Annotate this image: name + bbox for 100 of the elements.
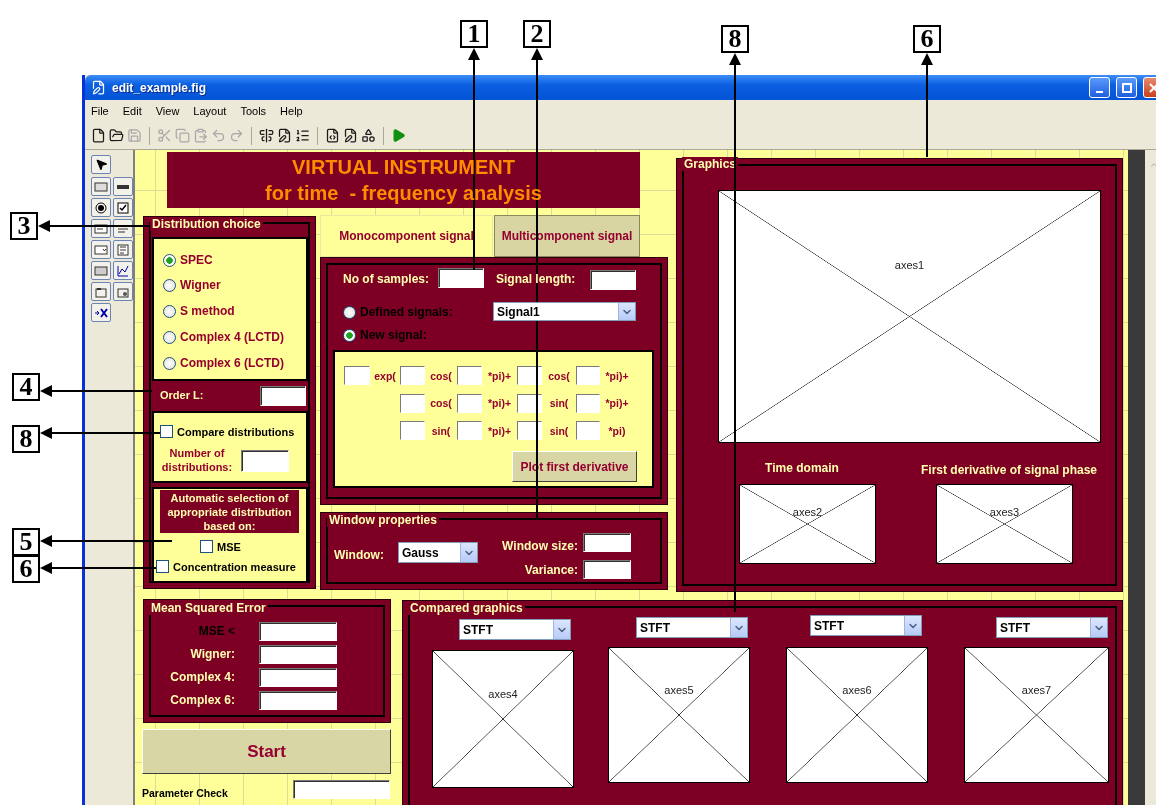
auto-selection-heading: Automatic selection of appropriate distribution based on:	[160, 490, 299, 533]
panel-title: Distribution choice	[150, 217, 263, 231]
number-label: Number of distributions:	[160, 446, 234, 475]
window-label: Window:	[334, 548, 384, 562]
document-edit-icon[interactable]	[277, 128, 292, 143]
equation-text: *pi)+	[605, 397, 629, 409]
popup-menu-tool-icon[interactable]	[91, 240, 111, 259]
input-field[interactable]	[517, 366, 542, 385]
graph-caption: First derivative of signal phase	[919, 463, 1099, 477]
checkbox-tool-icon[interactable]	[113, 198, 133, 217]
input-field[interactable]	[259, 691, 337, 710]
menu-item[interactable]: Edit	[122, 105, 142, 117]
maximize-button[interactable]	[1116, 77, 1137, 98]
input-field[interactable]	[576, 366, 600, 385]
samples-label: No of samples:	[343, 272, 429, 286]
equation-text: *pi)+	[605, 369, 629, 382]
minimize-icon	[1096, 90, 1103, 93]
callout-number: 4	[12, 373, 40, 401]
callout-number: 6	[913, 25, 941, 53]
code-file-icon[interactable]	[325, 128, 340, 143]
dropdown[interactable]: STFT	[636, 617, 748, 638]
input-field[interactable]	[400, 366, 425, 385]
radio-option[interactable]: Wigner	[163, 278, 221, 292]
equation-text: *pi)+	[487, 424, 511, 437]
input-field[interactable]	[259, 668, 337, 687]
close-icon	[1148, 82, 1156, 93]
radio-option[interactable]: Complex 6 (LCTD)	[163, 356, 284, 370]
align-icon[interactable]	[259, 128, 274, 143]
list-icon[interactable]	[295, 128, 310, 143]
callout-number: 8	[721, 25, 749, 53]
activex-tool-icon[interactable]	[91, 303, 111, 322]
input-field[interactable]	[457, 421, 482, 440]
radio-tool-icon[interactable]	[91, 198, 111, 217]
checkbox-option[interactable]: Concentration measure	[156, 560, 296, 573]
window-title: edit_example.fig	[112, 80, 208, 95]
graph-caption: Time domain	[764, 461, 840, 475]
panel-title: Graphics	[682, 157, 739, 171]
callout-number: 1	[460, 20, 488, 48]
pointer-icon	[94, 158, 108, 171]
input-field[interactable]	[259, 645, 337, 664]
axes-label: axes7	[1020, 684, 1053, 697]
pointer-tool-button[interactable]	[91, 155, 111, 174]
input-field[interactable]	[438, 268, 484, 288]
input-field[interactable]	[576, 421, 600, 440]
dropdown[interactable]: STFT	[996, 617, 1108, 638]
callout-number: 5	[12, 528, 40, 556]
slider-tool-icon[interactable]	[113, 177, 133, 196]
figure-file-icon	[91, 80, 106, 95]
panel-title: Mean Squared Error	[149, 601, 268, 615]
error-label: Complex 4:	[169, 670, 235, 684]
minimize-button[interactable]	[1089, 77, 1110, 98]
checkbox-option[interactable]: Compare distributions	[160, 425, 295, 438]
input-field[interactable]	[583, 560, 631, 579]
menu-item[interactable]: View	[155, 105, 180, 117]
listbox-tool-icon[interactable]	[113, 240, 133, 259]
checkbox-option[interactable]: MSE	[200, 540, 241, 553]
dropdown[interactable]: STFT	[459, 619, 571, 640]
folder-icon[interactable]	[109, 128, 124, 143]
new-file-icon[interactable]	[91, 128, 106, 143]
error-label: MSE <	[197, 624, 235, 638]
start-button[interactable]: Start	[142, 729, 391, 774]
input-field[interactable]	[457, 366, 482, 385]
axes-label: axes1	[893, 258, 926, 271]
order-label: Order L:	[160, 389, 204, 401]
shapes-icon[interactable]	[361, 128, 376, 143]
error-label: Wigner:	[189, 647, 235, 661]
axes-tool-icon[interactable]	[113, 261, 133, 280]
axes-label: axes4	[487, 687, 519, 700]
window-size-label: Window size:	[501, 539, 578, 553]
dropdown[interactable]: Gauss	[398, 542, 478, 563]
menu-item[interactable]: Layout	[193, 105, 227, 117]
radio-option[interactable]: S method	[163, 304, 235, 318]
maximize-icon	[1121, 82, 1132, 93]
input-field[interactable]	[590, 270, 636, 290]
menu-item[interactable]: Help	[280, 105, 303, 117]
equation-text: *pi)+	[487, 397, 511, 409]
dropdown[interactable]: Signal1	[493, 302, 636, 321]
file-pen-icon[interactable]	[343, 128, 358, 143]
callout-number: 2	[523, 20, 551, 48]
input-field[interactable]	[517, 421, 542, 440]
tab[interactable]: Monocomponent signal	[320, 215, 493, 257]
error-label: Complex 6:	[169, 693, 235, 707]
callout-number: 8	[12, 425, 40, 453]
callout-number: 3	[10, 212, 38, 240]
input-field[interactable]	[400, 421, 425, 440]
input-field[interactable]	[293, 780, 390, 799]
input-field[interactable]	[259, 622, 337, 641]
toggle-tool-icon[interactable]	[91, 261, 111, 280]
input-field[interactable]	[260, 386, 306, 406]
radio-option[interactable]: Complex 4 (LCTD)	[163, 330, 284, 344]
input-field[interactable]	[241, 450, 289, 472]
input-field[interactable]	[583, 533, 631, 552]
play-icon[interactable]	[391, 128, 406, 143]
menu-item[interactable]: Tools	[240, 105, 267, 117]
input-field[interactable]	[344, 366, 370, 385]
button-group-tool-icon[interactable]	[113, 282, 133, 301]
dropdown[interactable]: STFT	[810, 615, 922, 636]
menu-item[interactable]: File	[91, 105, 109, 117]
panel-tool-icon[interactable]	[91, 282, 111, 301]
radio-option[interactable]: SPEC	[163, 253, 213, 267]
